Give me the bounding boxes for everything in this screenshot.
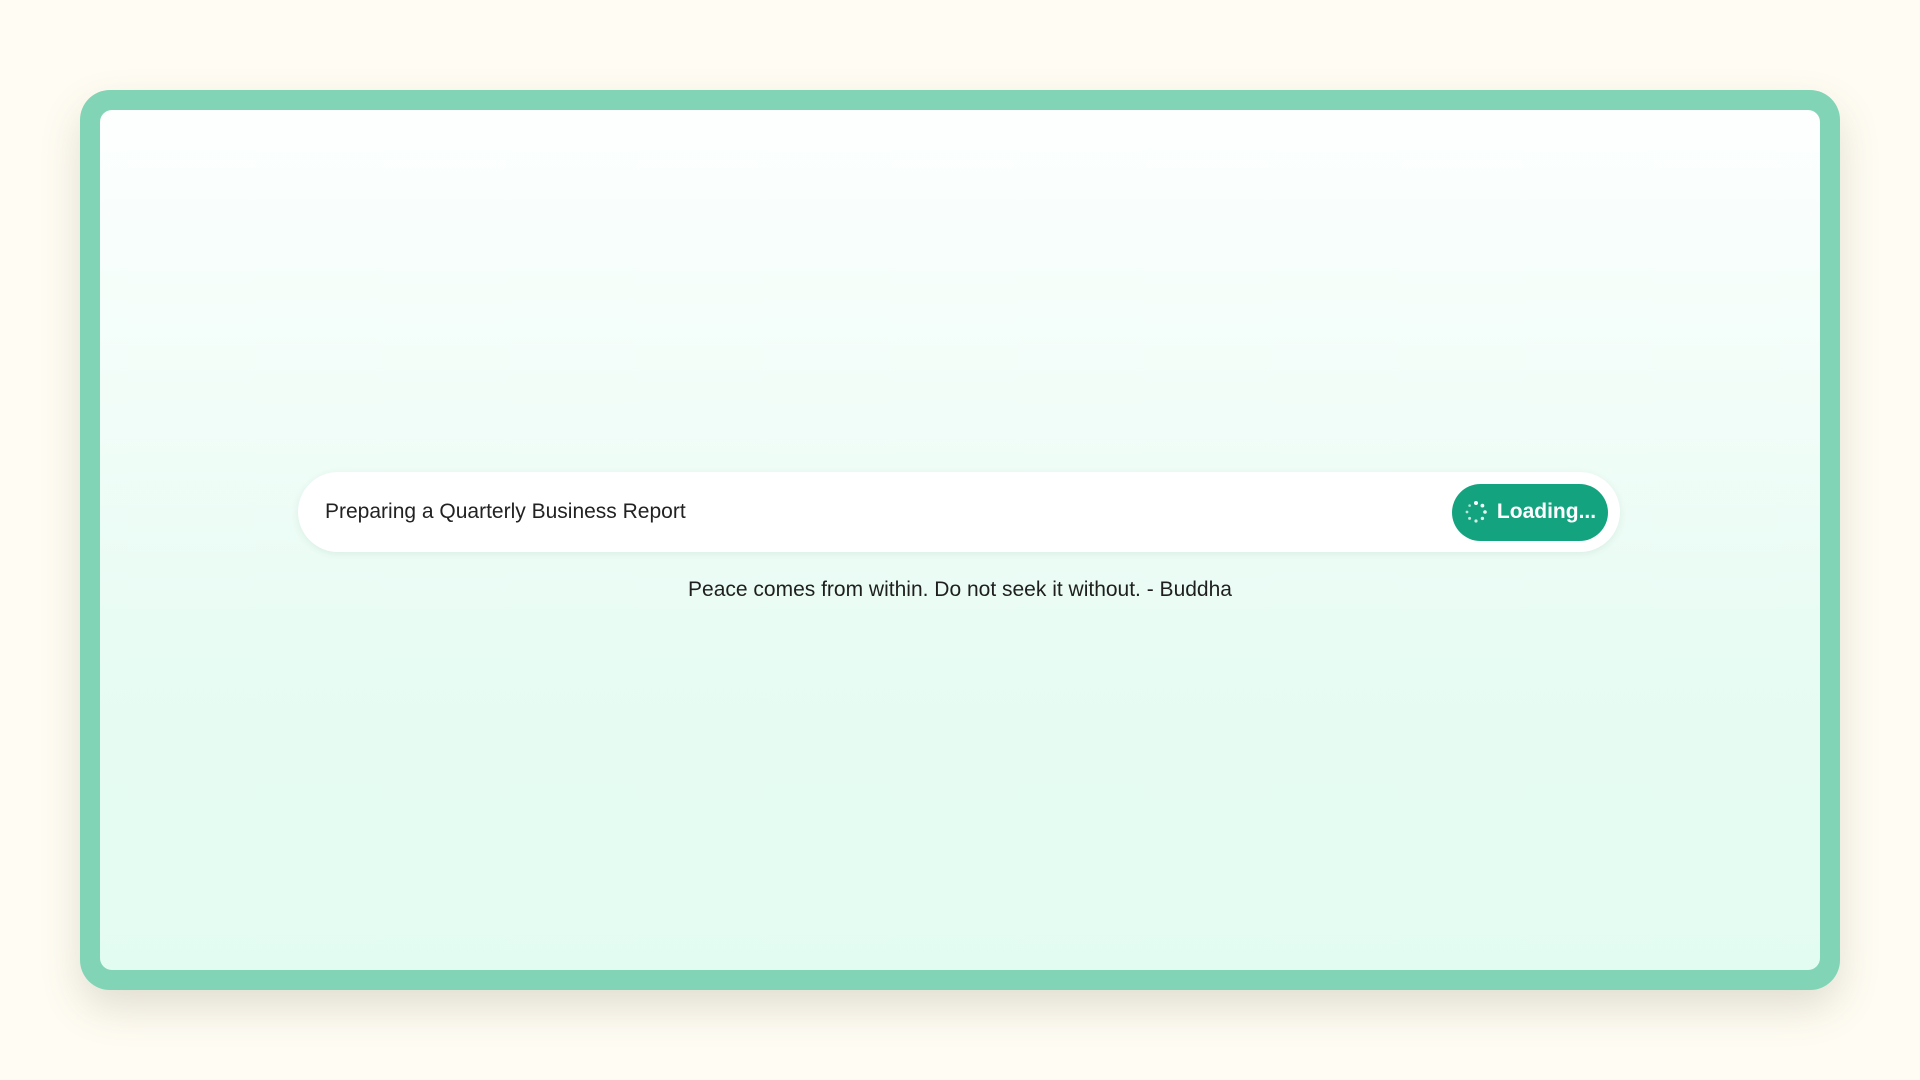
main-panel: Loading... Peace comes from within. Do n… bbox=[100, 110, 1820, 970]
quote-text: Peace comes from within. Do not seek it … bbox=[688, 578, 1232, 601]
search-input[interactable] bbox=[325, 472, 1452, 552]
spinner-icon bbox=[1464, 500, 1488, 524]
search-bar: Loading... bbox=[298, 472, 1620, 552]
loading-button-label: Loading... bbox=[1496, 500, 1597, 523]
app-frame: Loading... Peace comes from within. Do n… bbox=[80, 90, 1840, 990]
loading-button[interactable]: Loading... bbox=[1452, 483, 1608, 541]
